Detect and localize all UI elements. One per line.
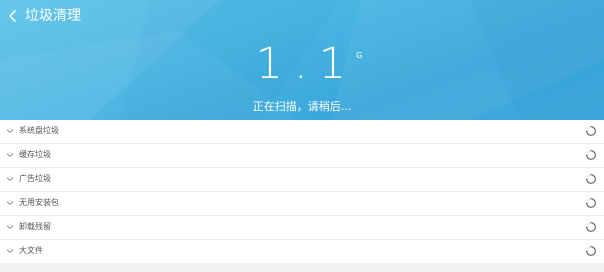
category-row-cache[interactable]: 缓存垃圾	[0, 144, 604, 168]
chevron-down-icon	[6, 225, 14, 230]
category-row-system-disk[interactable]: 系统盘垃圾	[0, 120, 604, 144]
chevron-left-icon	[9, 10, 16, 22]
category-row-ads[interactable]: 广告垃圾	[0, 168, 604, 192]
category-label: 无用安装包	[19, 198, 59, 207]
category-label: 广告垃圾	[19, 174, 51, 183]
junk-size-unit: G	[356, 51, 363, 60]
category-row-uninstall-residue[interactable]: 卸载残留	[0, 216, 604, 240]
loading-spinner-icon	[586, 126, 596, 136]
back-button[interactable]	[4, 7, 22, 25]
category-label: 系统盘垃圾	[19, 126, 59, 135]
category-row-large-files[interactable]: 大文件	[0, 240, 604, 264]
junk-size-value: 1.1	[255, 39, 358, 89]
chevron-down-icon	[6, 249, 14, 254]
junk-size-display: 1.1 G	[0, 40, 604, 88]
footer-area	[0, 263, 604, 272]
chevron-down-icon	[6, 201, 14, 206]
loading-spinner-icon	[586, 222, 596, 232]
loading-spinner-icon	[586, 174, 596, 184]
chevron-down-icon	[6, 177, 14, 182]
junk-category-list: 系统盘垃圾 缓存垃圾 广告垃圾 无用安装包 卸载残留 大文件	[0, 120, 604, 264]
page-title: 垃圾清理	[25, 8, 81, 24]
loading-spinner-icon	[586, 246, 596, 256]
header-panel: 垃圾清理 1.1 G 正在扫描，请稍后...	[0, 0, 604, 120]
chevron-down-icon	[6, 153, 14, 158]
chevron-down-icon	[6, 129, 14, 134]
loading-spinner-icon	[586, 150, 596, 160]
category-label: 大文件	[19, 246, 43, 255]
category-row-useless-packages[interactable]: 无用安装包	[0, 192, 604, 216]
category-label: 缓存垃圾	[19, 150, 51, 159]
category-label: 卸载残留	[19, 222, 51, 231]
scan-status-text: 正在扫描，请稍后...	[252, 100, 352, 113]
loading-spinner-icon	[586, 198, 596, 208]
